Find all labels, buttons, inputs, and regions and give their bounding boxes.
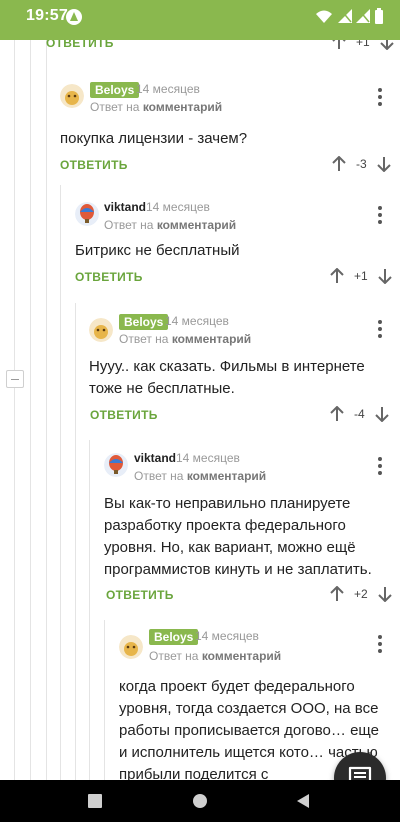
author-badge[interactable]: Beloys — [149, 629, 199, 645]
reply-target-link[interactable]: комментарий — [143, 100, 222, 114]
comment: Beloys 14 месяцев Ответ на комментарий п… — [0, 76, 400, 186]
comment-time: 14 месяцев — [136, 82, 200, 96]
reply-target-link[interactable]: комментарий — [187, 469, 266, 483]
vote-score: -3 — [356, 157, 367, 171]
more-vertical-icon[interactable] — [377, 320, 383, 340]
app-notification-icon — [66, 9, 82, 25]
arrow-down-icon[interactable] — [377, 268, 392, 284]
reply-button[interactable]: ОТВЕТИТЬ — [90, 408, 158, 422]
arrow-down-icon[interactable] — [376, 156, 391, 172]
comment-text: Вы как-то неправильно планируете разрабо… — [104, 495, 372, 578]
reply-button[interactable]: ОТВЕТИТЬ — [106, 588, 174, 602]
arrow-up-icon[interactable] — [330, 268, 344, 284]
reply-to-info: Ответ на комментарий — [119, 332, 252, 346]
comment-time: 14 месяцев — [146, 200, 210, 214]
arrow-up-icon[interactable] — [330, 586, 344, 602]
reply-to-info: Ответ на комментарий — [90, 100, 223, 114]
arrow-down-icon[interactable] — [377, 586, 392, 602]
more-vertical-icon[interactable] — [377, 457, 383, 477]
reply-button[interactable]: ОТВЕТИТЬ — [75, 270, 143, 284]
author-badge[interactable]: Beloys — [119, 314, 169, 330]
back-icon[interactable] — [297, 794, 309, 808]
avatar[interactable] — [60, 84, 84, 108]
avatar[interactable] — [89, 318, 113, 342]
vote-score: +1 — [356, 40, 370, 49]
author-badge[interactable]: Beloys — [90, 82, 140, 98]
author-name[interactable]: viktand — [134, 451, 176, 465]
arrow-up-icon[interactable] — [332, 156, 346, 172]
comment-time: 14 месяцев — [176, 451, 240, 465]
reply-target-link[interactable]: комментарий — [157, 218, 236, 232]
comment: Beloys 14 месяцев Ответ на комментарий Н… — [0, 308, 400, 448]
previous-comment-actions: ОТВЕТИТЬ +1 — [0, 40, 400, 54]
vote-controls: +2 — [330, 586, 392, 602]
comment-time: 14 месяцев — [165, 314, 229, 328]
author-name[interactable]: viktand — [104, 200, 146, 214]
home-icon[interactable] — [193, 794, 207, 808]
comments-thread: ОТВЕТИТЬ +1 Beloys 14 месяцев Ответ на к… — [0, 40, 400, 780]
comment: viktand 14 месяцев Ответ на комментарий … — [0, 194, 400, 309]
vote-controls: -3 — [332, 156, 391, 172]
avatar[interactable] — [104, 453, 128, 477]
vote-score: +1 — [354, 269, 368, 283]
status-bar: 19:57 — [0, 0, 400, 40]
vote-controls: +1 — [330, 268, 392, 284]
more-vertical-icon[interactable] — [377, 206, 383, 226]
vote-controls: +1 — [332, 40, 394, 50]
arrow-up-icon[interactable] — [332, 40, 346, 50]
arrow-down-icon[interactable] — [379, 40, 394, 50]
comment-text: покупка лицензии - зачем? — [60, 130, 248, 147]
reply-target-link[interactable]: комментарий — [202, 649, 281, 663]
reply-to-info: Ответ на комментарий — [104, 218, 237, 232]
vote-controls: -4 — [330, 406, 389, 422]
comment-text: Нууу.. как сказать. Фильмы в интернете т… — [89, 358, 365, 397]
comment: viktand 14 месяцев Ответ на комментарий … — [0, 445, 400, 625]
reply-button[interactable]: ОТВЕТИТЬ — [60, 158, 128, 172]
system-icons — [314, 7, 386, 32]
reply-to-info: Ответ на комментарий — [134, 469, 267, 483]
vote-score: +2 — [354, 587, 368, 601]
reply-target-link[interactable]: комментарий — [172, 332, 251, 346]
message-icon[interactable] — [334, 752, 386, 780]
avatar[interactable] — [119, 635, 143, 659]
status-time: 19:57 — [26, 7, 68, 24]
avatar[interactable] — [75, 202, 99, 226]
reply-button[interactable]: ОТВЕТИТЬ — [46, 40, 114, 50]
more-vertical-icon[interactable] — [377, 88, 383, 108]
wifi-icon — [316, 10, 332, 23]
more-vertical-icon[interactable] — [377, 635, 383, 655]
reply-to-info: Ответ на комментарий — [149, 649, 282, 663]
comment-text: Битрикс не бесплатный — [75, 242, 240, 259]
signal-icon-2 — [356, 9, 370, 23]
comment-time: 14 месяцев — [195, 629, 259, 643]
signal-icon — [338, 9, 352, 23]
vote-score: -4 — [354, 407, 365, 421]
battery-icon — [375, 8, 383, 24]
arrow-down-icon[interactable] — [374, 406, 389, 422]
arrow-up-icon[interactable] — [330, 406, 344, 422]
recent-apps-icon[interactable] — [88, 794, 102, 808]
system-navigation-bar — [0, 780, 400, 822]
